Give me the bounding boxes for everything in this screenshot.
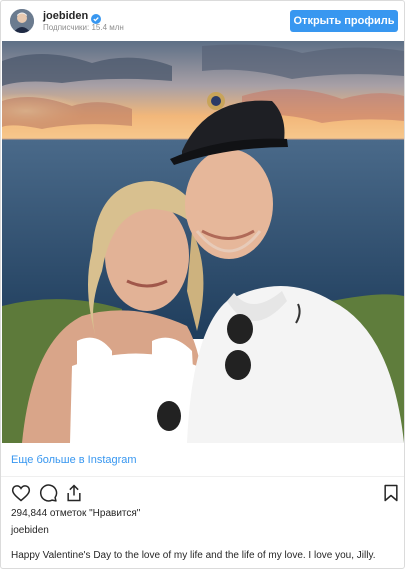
- likes-count[interactable]: 294,844 отметок "Нравится": [11, 508, 140, 519]
- username-row: joebiden: [43, 9, 102, 24]
- view-more-link[interactable]: Еще больше в Instagram: [11, 454, 137, 466]
- caption-username[interactable]: joebiden: [11, 525, 49, 536]
- action-bar: [1, 478, 404, 508]
- instagram-embed: joebiden Подписчики: 15.4 млн Открыть пр…: [0, 0, 405, 569]
- avatar[interactable]: [10, 9, 34, 33]
- share-icon[interactable]: [64, 483, 84, 503]
- username[interactable]: joebiden: [43, 10, 88, 22]
- caption-text: Happy Valentine's Day to the love of my …: [11, 550, 376, 561]
- post-header: joebiden Подписчики: 15.4 млн Открыть пр…: [1, 1, 404, 41]
- heart-icon[interactable]: [11, 483, 31, 503]
- verified-badge-icon: [91, 11, 102, 24]
- post-photo[interactable]: [2, 41, 404, 443]
- view-more-row: Еще больше в Instagram: [1, 443, 404, 477]
- open-profile-button[interactable]: Открыть профиль: [290, 10, 398, 32]
- followers-count: Подписчики: 15.4 млн: [43, 23, 124, 32]
- comment-icon[interactable]: [38, 483, 58, 503]
- bookmark-icon[interactable]: [381, 483, 401, 503]
